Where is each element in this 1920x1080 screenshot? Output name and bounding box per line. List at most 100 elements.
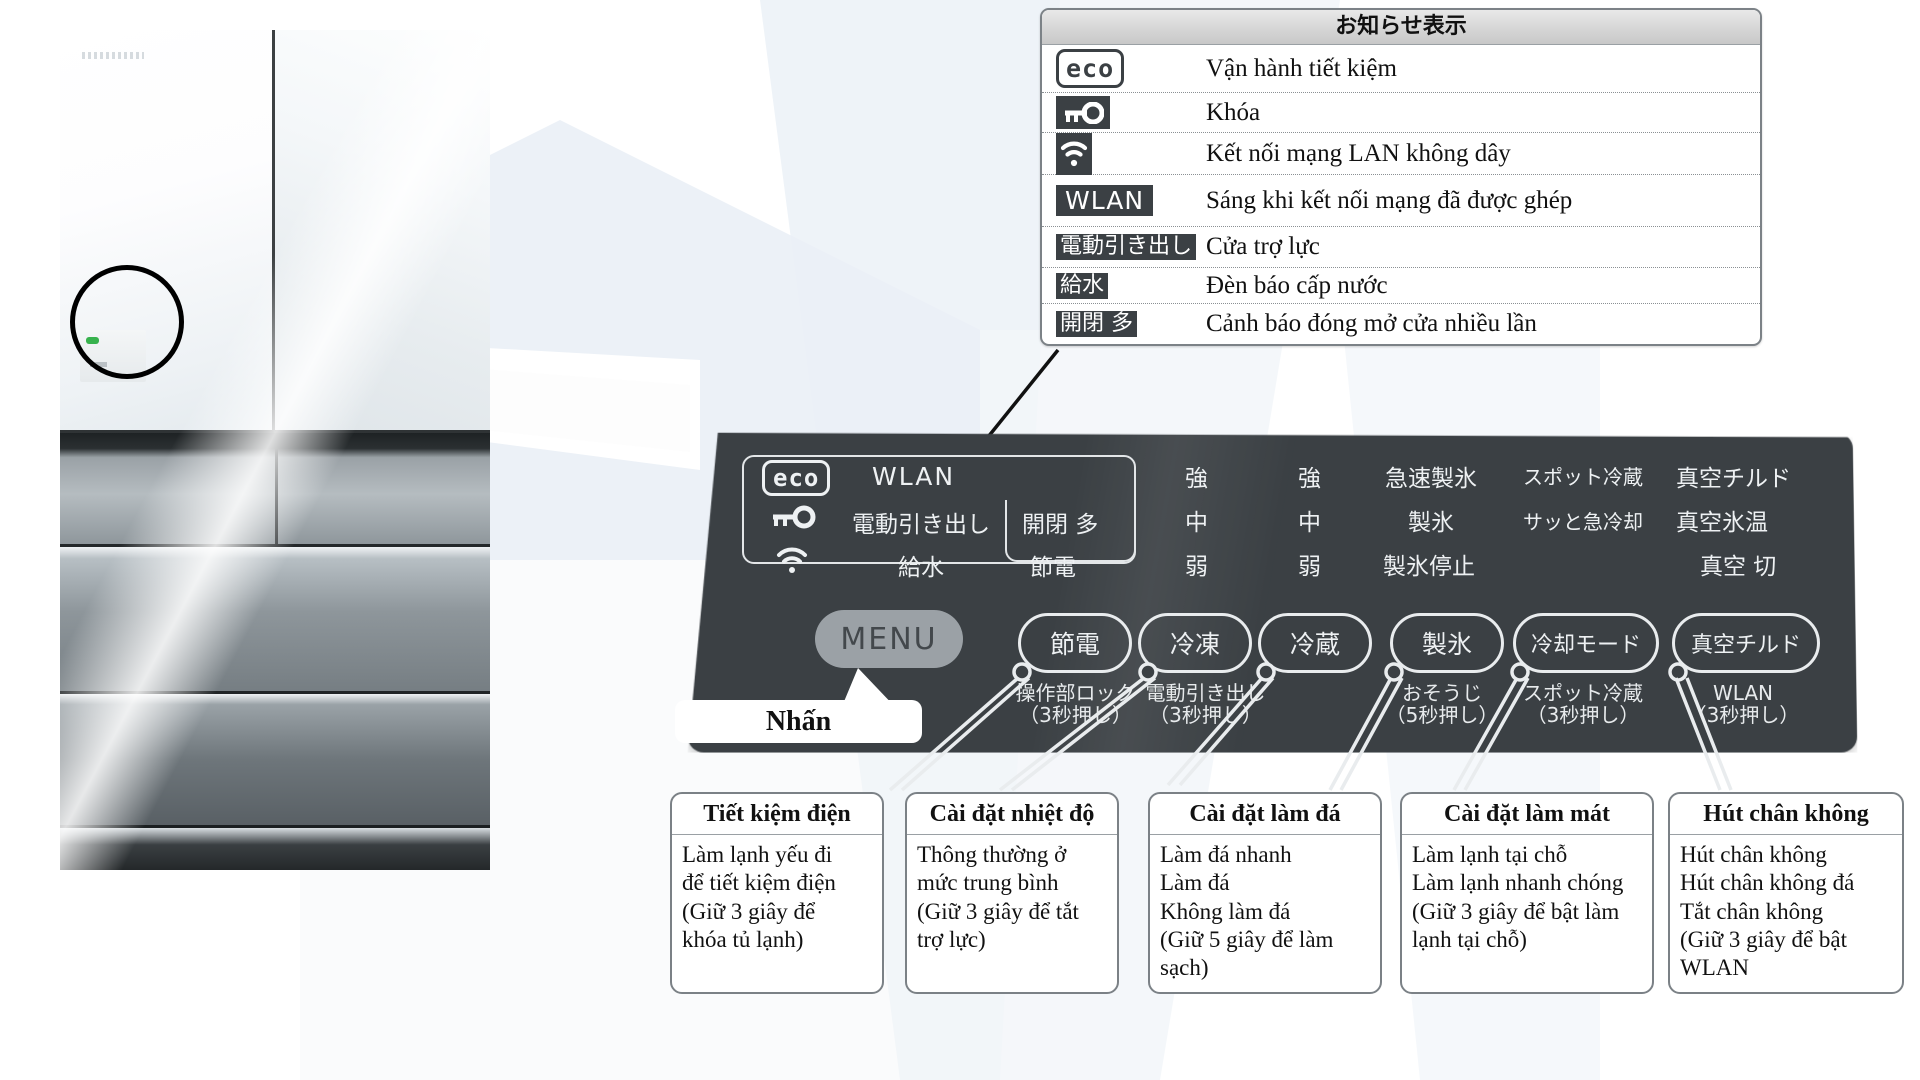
cooling-mode-button-label: 冷却モード (1530, 633, 1641, 658)
card-cai-dat-lam-mat: Cài đặt làm mát Làm lạnh tại chỗ Làm lạn… (1400, 792, 1654, 994)
panel-key-lock-icon (770, 505, 816, 534)
legend-icon-cell: WLAN (1056, 185, 1206, 216)
panel-eco-icon: eco (762, 460, 831, 496)
legend-icon-cell: eco (1056, 49, 1206, 88)
panel-freezer-strong: 強 (1185, 466, 1208, 492)
panel-ice-fast: 急速製氷 (1385, 466, 1477, 492)
legend-row: Kết nối mạng LAN không dây (1042, 132, 1760, 175)
wlan-badge-icon: WLAN (1056, 185, 1154, 216)
legend-row: 電動引き出し Cửa trợ lực (1042, 227, 1760, 268)
legend-row: 給水 Đèn báo cấp nước (1042, 268, 1760, 304)
card-line: (Giữ 5 giây để làm (1160, 926, 1334, 952)
legend-row-text: Cảnh báo đóng mở cửa nhiều lần (1206, 310, 1537, 337)
card-cai-dat-nhiet-do: Cài đặt nhiệt độ Thông thường ở mức trun… (905, 792, 1119, 994)
power-save-sub-line2: （3秒押し） (1019, 703, 1132, 728)
vacuum-chilled-button[interactable]: 真空チルド (1672, 613, 1820, 673)
panel-wifi-icon-glyph (777, 547, 807, 573)
legend-icon-cell (1056, 96, 1206, 129)
card-line: sạch) (1160, 955, 1209, 981)
card-line: (Giữ 3 giây để bật (1680, 926, 1848, 952)
panel-power-drawer-indicator: 電動引き出し (852, 512, 990, 538)
press-balloon: Nhấn (675, 700, 922, 743)
card-line: (Giữ 3 giây để tắt (917, 898, 1079, 924)
legend-row-text: Khóa (1206, 98, 1261, 126)
legend-title: お知らせ表示 (1042, 10, 1760, 45)
legend-icon-cell (1056, 132, 1206, 175)
card-line: Tắt chân không (1680, 898, 1824, 924)
card-body: Làm lạnh yếu đi để tiết kiệm điện (Giữ 3… (672, 835, 882, 964)
panel-power-save-indicator: 節電 (1030, 555, 1076, 581)
fridge-button[interactable]: 冷蔵 (1258, 613, 1372, 673)
page-root: お知らせ表示 eco Vận hành tiết kiệm Khóa Kết n… (0, 0, 1920, 1080)
eco-icon: eco (1056, 49, 1125, 88)
card-body: Thông thường ở mức trung bình (Giữ 3 giâ… (907, 835, 1117, 964)
power-save-button[interactable]: 節電 (1018, 613, 1132, 673)
card-tiet-kiem-dien: Tiết kiệm điện Làm lạnh yếu đi để tiết k… (670, 792, 884, 994)
fridge-drawer-2 (60, 693, 490, 828)
panel-wlan-indicator: WLAN (872, 462, 956, 491)
card-line: Không làm đá (1160, 898, 1291, 924)
ice-making-button-label: 製氷 (1421, 630, 1472, 659)
cooling-mode-button[interactable]: 冷却モード (1513, 613, 1659, 673)
panel-key-lock-icon-glyph (773, 505, 816, 529)
card-title: Tiết kiệm điện (672, 794, 882, 835)
card-body: Làm lạnh tại chỗ Làm lạnh nhanh chóng (G… (1402, 835, 1652, 964)
panel-wifi-icon (775, 545, 809, 580)
card-line: Làm đá (1160, 870, 1230, 896)
cooling-mode-sub-label: スポット冷蔵 （3秒押し） (1513, 682, 1653, 727)
card-line: (Giữ 3 giây để bật làm (1412, 898, 1620, 924)
key-lock-icon-glyph (1065, 101, 1104, 124)
refrigerator-illustration (60, 30, 490, 870)
cooling-mode-sub-line1: スポット冷蔵 (1523, 681, 1643, 705)
legend-row: WLAN Sáng khi kết nối mạng đã được ghép (1042, 175, 1760, 227)
wifi-icon (1056, 132, 1092, 175)
water-supply-badge-icon: 給水 (1056, 272, 1109, 299)
vacuum-chilled-button-label: 真空チルド (1690, 633, 1801, 658)
panel-spot-cooling: スポット冷蔵 (1523, 465, 1643, 489)
power-save-sub-label: 操作部ロック （3秒押し） (1008, 682, 1143, 727)
legend-row-text: Vận hành tiết kiệm (1206, 54, 1397, 82)
card-line: để tiết kiệm điện (682, 870, 836, 896)
card-line: Làm đá nhanh (1160, 842, 1292, 867)
vacuum-chilled-sub-label: WLAN （3秒押し） (1672, 682, 1814, 727)
card-line: lạnh tại chỗ) (1412, 926, 1527, 952)
menu-button[interactable]: MENU (815, 610, 963, 668)
legend-row-text: Đèn báo cấp nước (1206, 271, 1388, 299)
ice-making-button[interactable]: 製氷 (1390, 613, 1504, 673)
card-line: trợ lực) (917, 926, 986, 952)
key-lock-icon (1056, 96, 1110, 129)
panel-door-open-close-indicator: 開閉 多 (1022, 512, 1099, 538)
card-title: Cài đặt làm mát (1402, 794, 1652, 835)
power-save-sub-line1: 操作部ロック (1015, 681, 1136, 705)
card-line: Hút chân không đá (1680, 870, 1855, 896)
panel-vacuum-off: 真空 切 (1700, 554, 1777, 580)
card-line: Thông thường ở (917, 842, 1067, 867)
fridge-drawer-1 (60, 546, 490, 694)
freezer-sub-line1: 電動引き出し (1145, 681, 1266, 705)
wifi-icon-glyph (1060, 141, 1088, 166)
panel-vacuum-ice-temp: 真空氷温 (1676, 510, 1768, 536)
card-title: Hút chân không (1670, 794, 1902, 835)
legend-row-text: Kết nối mạng LAN không dây (1206, 139, 1511, 167)
power-save-button-label: 節電 (1049, 630, 1100, 659)
legend-icon-cell: 給水 (1056, 272, 1206, 299)
ice-making-sub-label: おそうじ （5秒押し） (1382, 682, 1502, 727)
card-line: Hút chân không (1680, 842, 1827, 867)
power-drawer-badge-icon: 電動引き出し (1056, 234, 1197, 260)
freezer-button[interactable]: 冷凍 (1138, 613, 1252, 673)
fridge-middle-drawer (60, 433, 490, 547)
freezer-button-label: 冷凍 (1169, 630, 1220, 659)
vacuum-chilled-sub-line1: WLAN (1712, 681, 1774, 705)
fridge-door-right (275, 30, 490, 434)
panel-ice-normal: 製氷 (1408, 510, 1454, 536)
panel-freezer-medium: 中 (1185, 510, 1208, 536)
panel-fridge-weak: 弱 (1298, 554, 1321, 580)
cooling-mode-sub-line2: （3秒押し） (1526, 703, 1640, 728)
card-body: Hút chân không Hút chân không đá Tắt châ… (1670, 835, 1902, 992)
notification-legend-table: お知らせ表示 eco Vận hành tiết kiệm Khóa Kết n… (1040, 8, 1762, 346)
magnifier-circle (70, 265, 184, 379)
legend-icon-cell: 開閉 多 (1056, 311, 1206, 337)
card-line: Làm lạnh nhanh chóng (1412, 870, 1624, 896)
door-open-close-badge-icon: 開閉 多 (1056, 311, 1137, 337)
card-title: Cài đặt nhiệt độ (907, 794, 1117, 835)
